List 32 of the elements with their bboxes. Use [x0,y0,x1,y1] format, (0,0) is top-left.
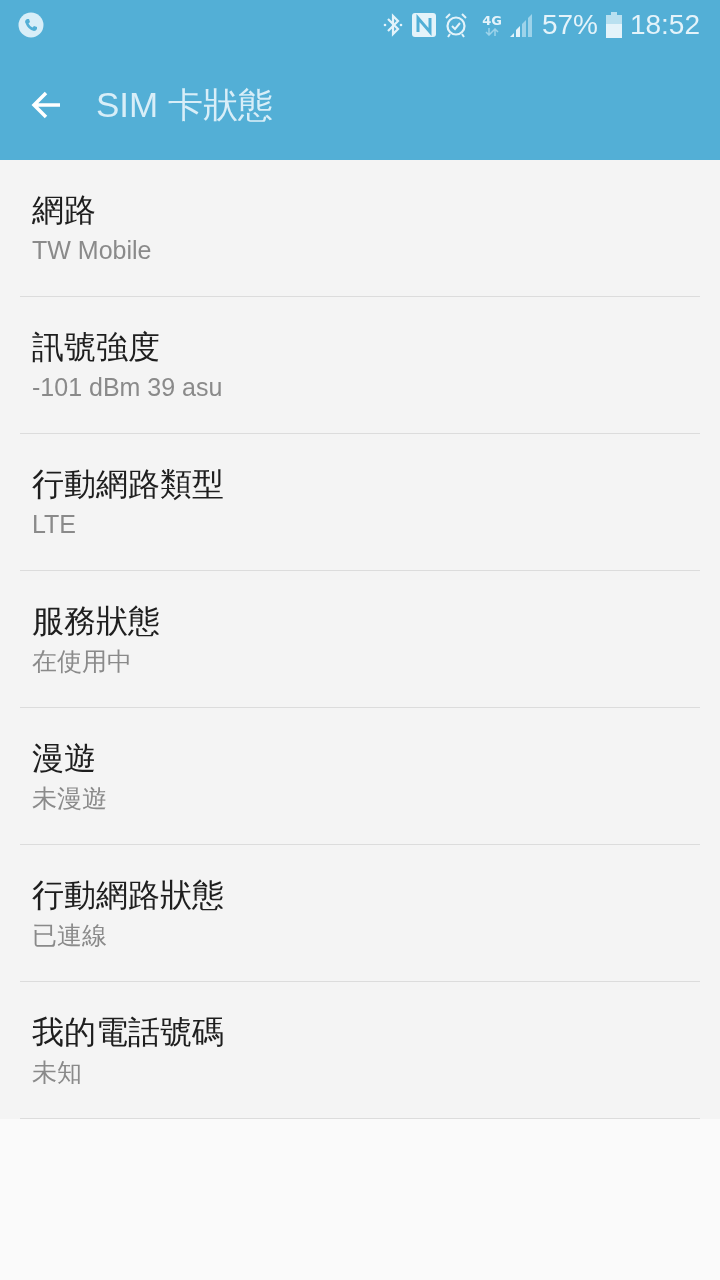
item-title: 我的電話號碼 [32,1012,225,1053]
phone-call-icon [18,12,44,38]
list-item[interactable]: 行動網路狀態 已連線 [20,845,700,982]
list-item[interactable]: 訊號強度 -101 dBm 39 asu [20,297,700,434]
item-value: 在使用中 [32,646,133,677]
screen-title: SIM 卡狀態 [96,83,273,126]
item-title: 服務狀態 [32,601,161,642]
list-item[interactable]: 我的電話號碼 未知 [20,982,700,1119]
alarm-clock-icon [444,12,469,38]
item-value: -101 dBm 39 asu [32,372,224,403]
item-value: 已連線 [32,920,108,951]
item-title: 行動網路類型 [32,464,225,505]
nfc-icon [412,13,437,37]
item-title: 漫遊 [32,738,97,779]
clock: 18:52 [629,9,700,41]
network-type: 4G [482,14,502,28]
battery-icon [605,12,622,38]
item-title: 網路 [32,190,97,231]
list-item[interactable]: 服務狀態 在使用中 [20,571,700,708]
list-item[interactable]: 漫遊 未漫遊 [20,708,700,845]
list-item[interactable]: 行動網路類型 LTE [20,434,700,571]
item-value: 未知 [32,1057,83,1088]
item-value: LTE [32,509,77,540]
item-title: 行動網路狀態 [32,875,225,916]
data-arrows-icon [485,28,499,36]
signal-icon [509,13,534,37]
battery-percent: 57% [541,9,598,41]
list-item[interactable]: 網路 TW Mobile [20,160,700,297]
item-title: 訊號強度 [32,327,161,368]
item-value: 未漫遊 [32,783,108,814]
bluetooth-icon [382,13,405,37]
item-value: TW Mobile [32,235,153,266]
